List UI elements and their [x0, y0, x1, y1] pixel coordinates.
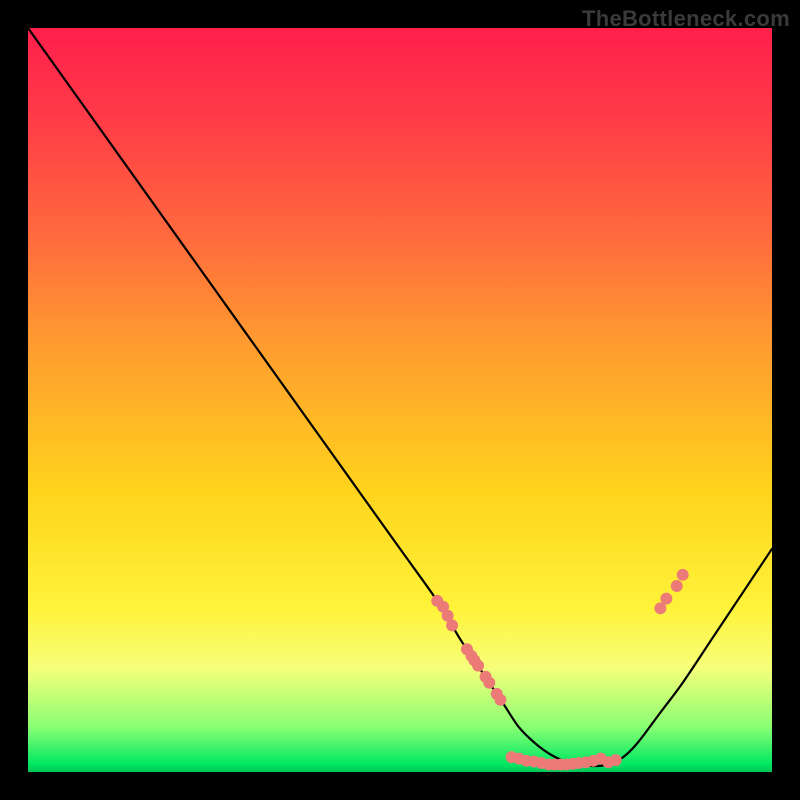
data-point [483, 677, 495, 689]
data-point [677, 569, 689, 581]
data-point [521, 755, 533, 767]
data-point [610, 754, 622, 766]
data-point [595, 753, 607, 765]
data-point [468, 654, 480, 666]
data-point [567, 758, 579, 770]
data-point [442, 610, 454, 622]
data-point [480, 671, 492, 683]
data-point [549, 759, 561, 771]
data-point [528, 756, 540, 768]
bottleneck-curve-layer [28, 28, 772, 772]
data-point [573, 757, 585, 769]
watermark-text: TheBottleneck.com [582, 6, 790, 32]
data-points-group [431, 569, 688, 771]
chart-frame: TheBottleneck.com [0, 0, 800, 800]
data-point [472, 660, 484, 672]
data-point [513, 753, 525, 765]
data-point [437, 601, 449, 613]
data-point [555, 759, 567, 771]
data-point [671, 580, 683, 592]
data-point [506, 751, 518, 763]
bottleneck-curve [28, 28, 772, 766]
data-point [587, 755, 599, 767]
data-point [580, 756, 592, 768]
data-point [491, 688, 503, 700]
data-point [431, 595, 443, 607]
data-point [561, 759, 573, 771]
data-point [535, 757, 547, 769]
data-point [543, 759, 555, 771]
data-point [446, 619, 458, 631]
data-point [494, 694, 506, 706]
plot-area [26, 26, 774, 774]
data-point [660, 593, 672, 605]
data-point [465, 650, 477, 662]
data-point [602, 756, 614, 768]
data-point [654, 602, 666, 614]
data-point [461, 643, 473, 655]
